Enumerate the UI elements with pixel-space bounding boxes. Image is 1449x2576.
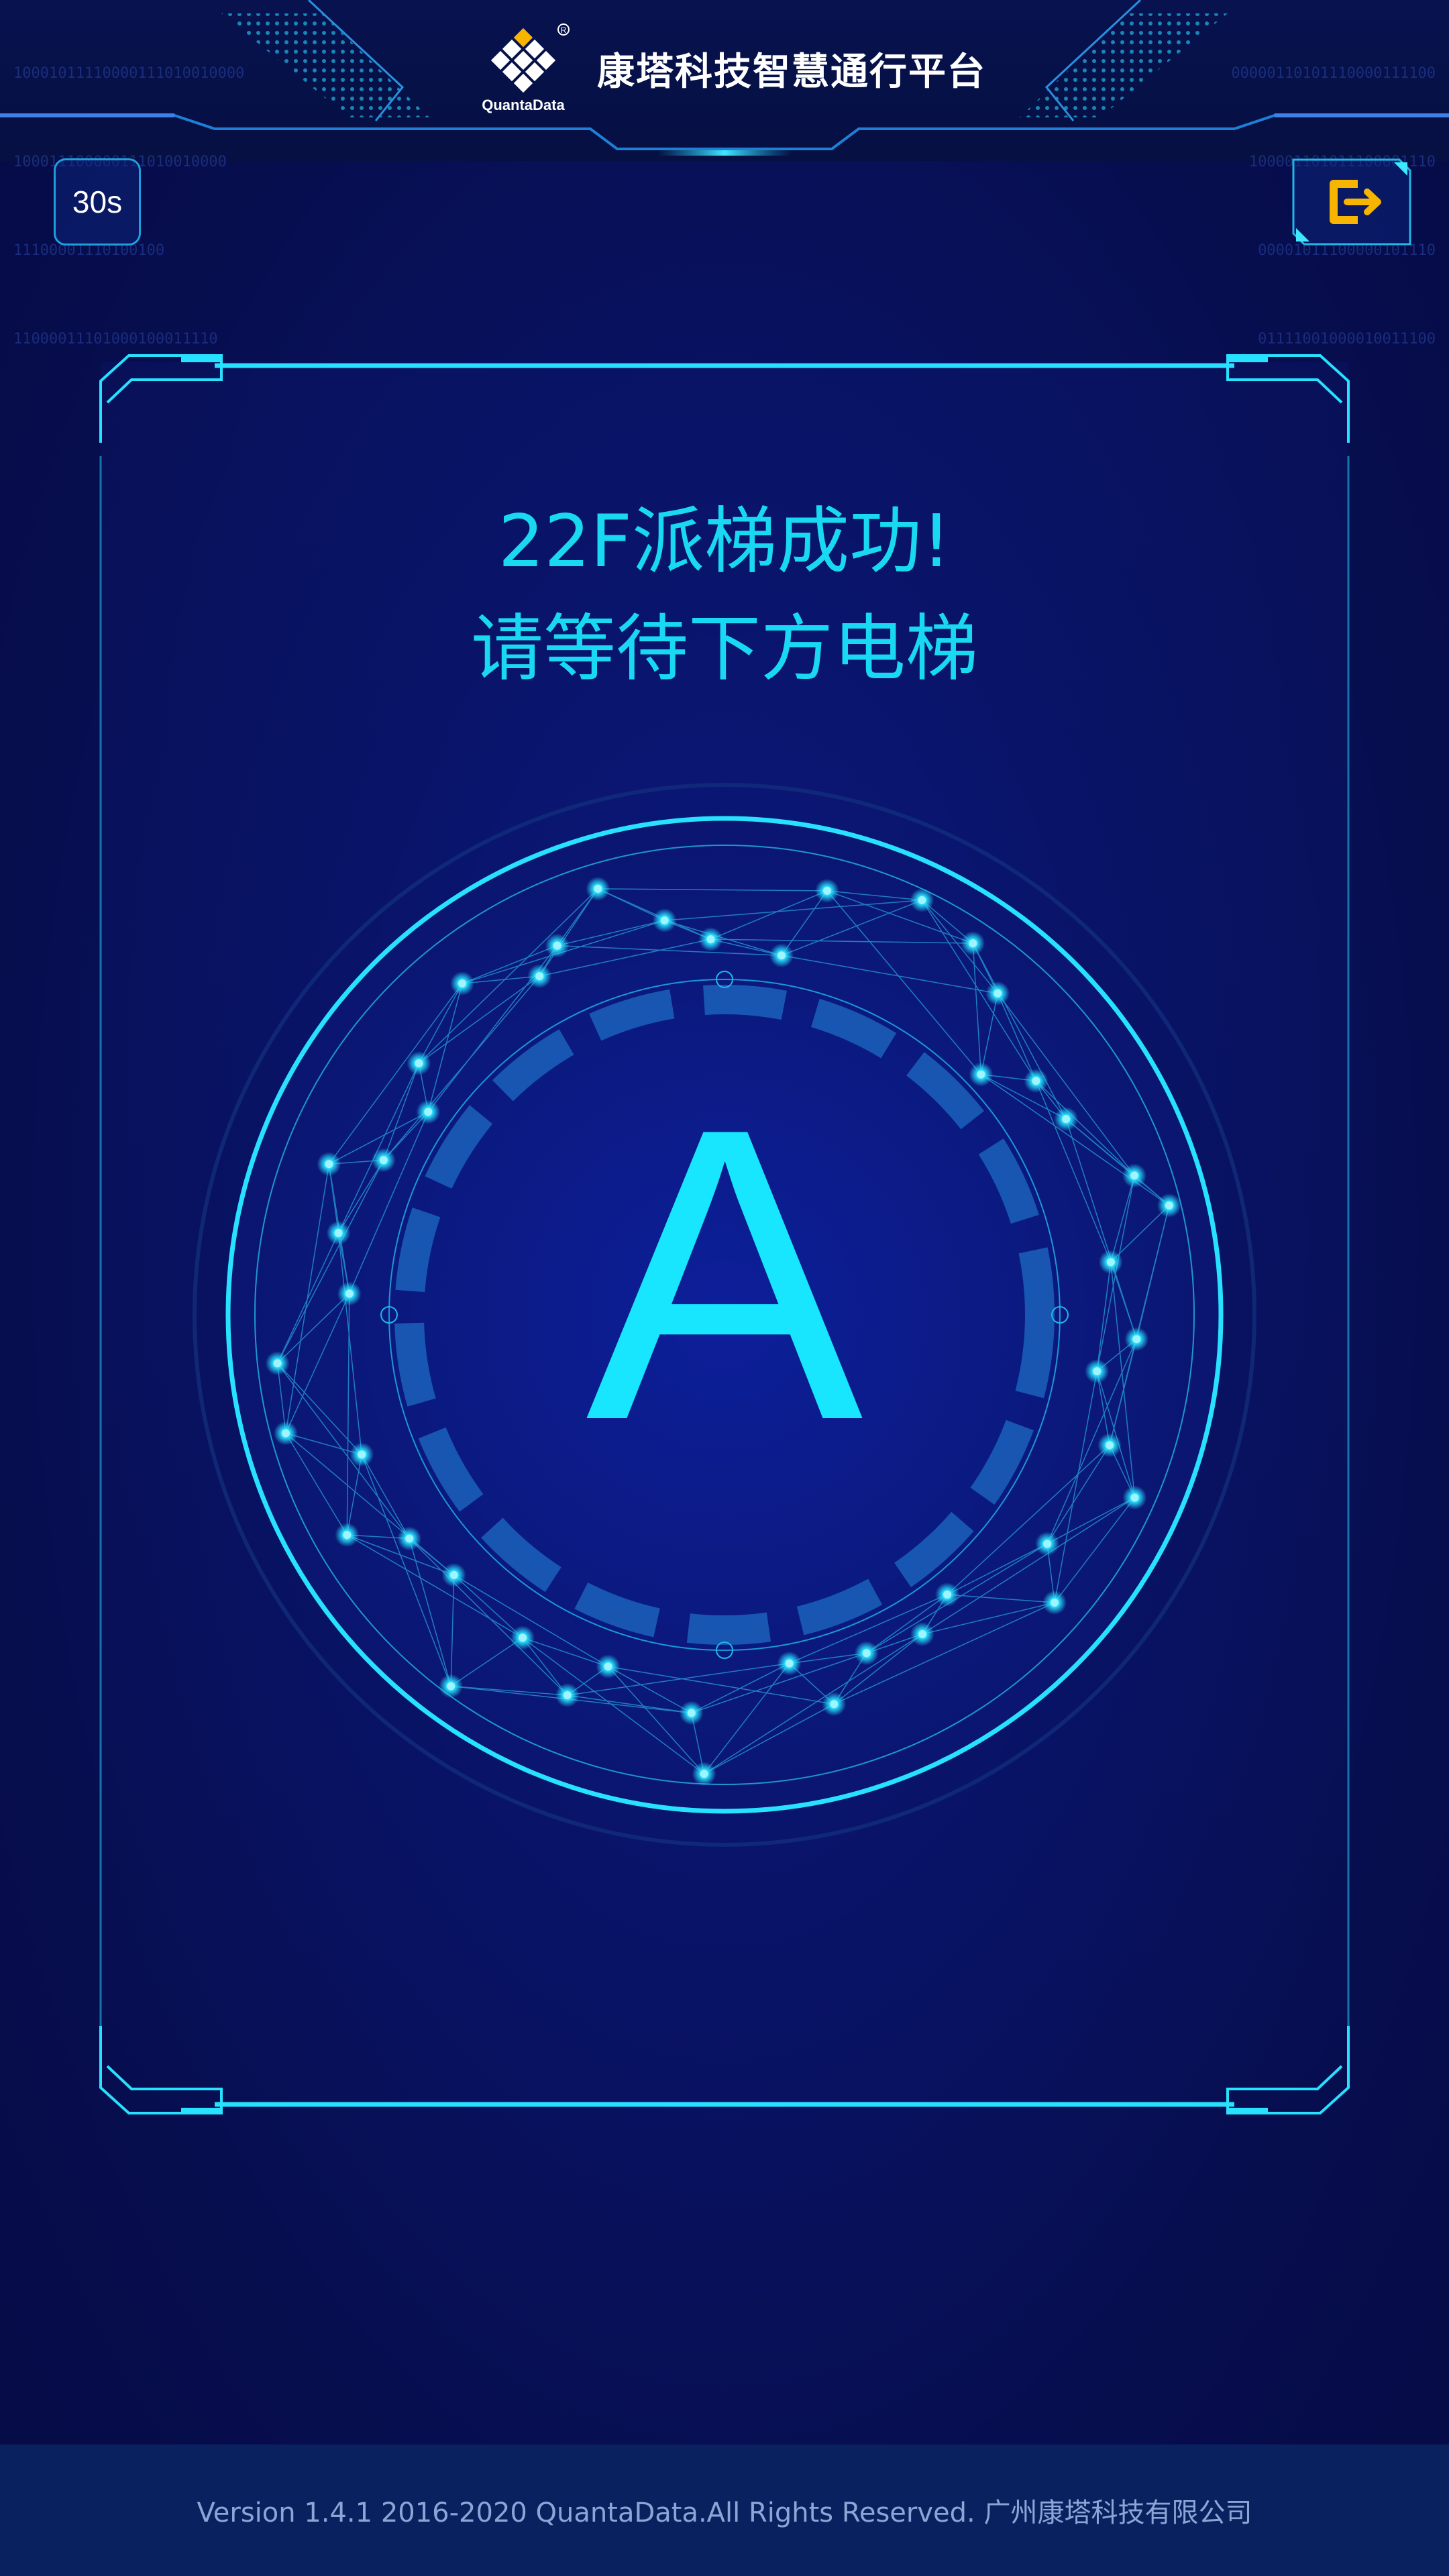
constellation-node-core: [830, 1700, 839, 1709]
constellation-node-core: [660, 916, 669, 925]
constellation-node-core: [700, 1770, 708, 1778]
constellation-node-core: [563, 1691, 572, 1700]
constellation-node-core: [822, 886, 831, 895]
constellation-node-core: [519, 1633, 527, 1642]
constellation-node-core: [777, 951, 786, 960]
constellation-node-core: [345, 1289, 354, 1298]
wait-instruction-message: 请等待下方电梯: [470, 607, 978, 691]
constellation-node-core: [281, 1429, 290, 1438]
constellation-node-core: [535, 972, 544, 981]
constellation-node-core: [594, 884, 602, 893]
constellation-node-core: [1062, 1115, 1071, 1124]
constellation-node-core: [1106, 1258, 1115, 1267]
constellation-node-core: [343, 1531, 352, 1540]
constellation-node-core: [424, 1108, 433, 1116]
constellation-node-core: [334, 1228, 343, 1237]
constellation-node-core: [1093, 1367, 1102, 1376]
constellation-node-core: [943, 1591, 951, 1599]
constellation-node-core: [1130, 1171, 1139, 1180]
footer: Version 1.4.1 2016-2020 QuantaData.All R…: [0, 2445, 1449, 2576]
constellation-node-core: [415, 1059, 423, 1067]
constellation-node-core: [358, 1450, 366, 1459]
constellation-node-core: [1106, 1441, 1114, 1450]
constellation-node-core: [918, 896, 926, 904]
constellation-node-core: [862, 1649, 871, 1658]
constellation-node-core: [273, 1359, 282, 1368]
constellation-node-core: [977, 1070, 985, 1079]
constellation-node-core: [918, 1629, 926, 1638]
constellation-node-core: [325, 1160, 333, 1169]
constellation-node-core: [1043, 1540, 1052, 1548]
constellation-node-core: [1032, 1077, 1040, 1085]
elevator-id-letter: A: [586, 1042, 863, 1507]
constellation-node-core: [687, 1709, 696, 1717]
constellation-node-core: [969, 939, 977, 948]
constellation-node-core: [405, 1534, 414, 1543]
constellation-node-core: [458, 979, 467, 988]
constellation-node-core: [1165, 1201, 1173, 1210]
constellation-node-core: [447, 1682, 455, 1690]
constellation-node-core: [1132, 1335, 1141, 1344]
constellation-node-core: [379, 1156, 388, 1165]
copyright-text: Version 1.4.1 2016-2020 QuantaData.All R…: [197, 2498, 1252, 2528]
constellation-node-core: [553, 941, 561, 950]
constellation-node-core: [1051, 1599, 1059, 1607]
constellation-node-core: [706, 935, 715, 944]
dispatch-success-message: 22F派梯成功!: [498, 500, 951, 584]
constellation-node-core: [449, 1570, 458, 1579]
constellation-node-core: [604, 1662, 612, 1671]
constellation-node-core: [1130, 1493, 1139, 1502]
constellation-node-core: [785, 1659, 794, 1668]
constellation-node-core: [994, 989, 1002, 998]
